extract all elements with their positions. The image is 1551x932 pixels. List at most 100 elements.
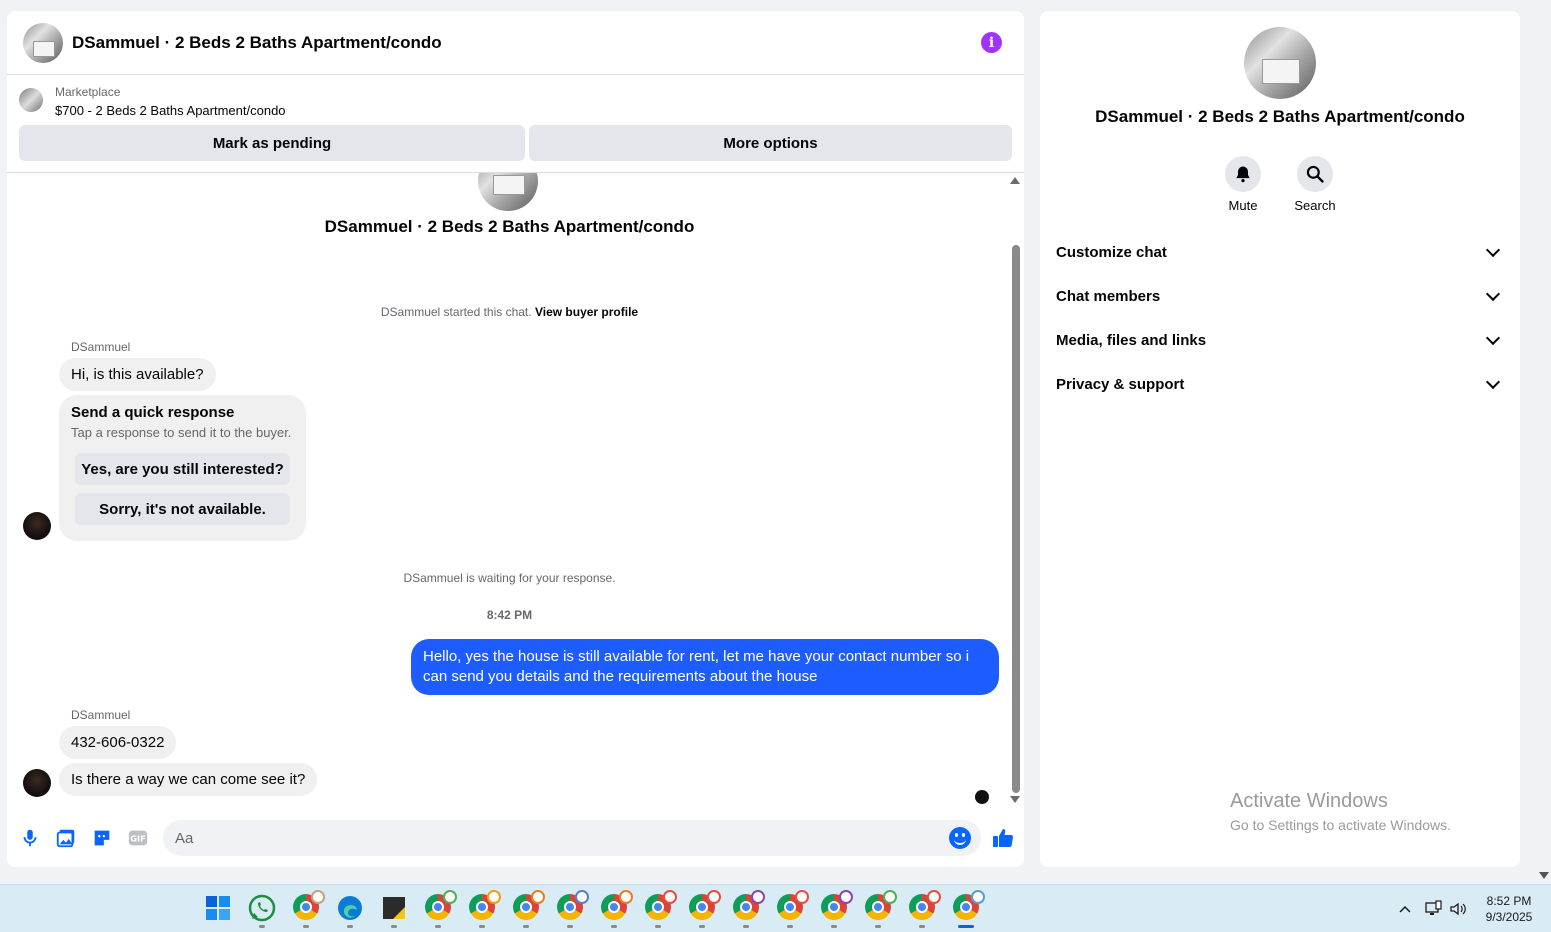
message-input-box <box>163 820 981 856</box>
chrome-profile-icon[interactable] <box>777 890 809 922</box>
watermark-title: Activate Windows <box>1230 790 1388 812</box>
outgoing-message[interactable]: Hello, yes the house is still available … <box>411 639 999 695</box>
profile-badge-icon <box>619 890 633 904</box>
profile-badge-icon <box>927 890 941 904</box>
section-label: Chat members <box>1056 287 1161 305</box>
network-icon[interactable] <box>1424 900 1442 918</box>
listing-avatar[interactable] <box>23 22 63 63</box>
chrome-profile-icon[interactable] <box>645 890 677 922</box>
waiting-notice: DSammuel is waiting for your response. <box>403 571 616 585</box>
clock-date: 9/3/2025 <box>1485 910 1533 924</box>
chrome-profile-icon[interactable] <box>909 890 941 922</box>
chevron-down-icon <box>1485 242 1501 258</box>
marketplace-label: Marketplace <box>55 85 121 99</box>
chrome-profile-icon[interactable] <box>293 890 325 922</box>
chat-panel: DSammuel · 2 Beds 2 Baths Apartment/cond… <box>7 11 1024 867</box>
page-scroll-down-arrow[interactable] <box>1539 872 1549 879</box>
scroll-down-arrow[interactable] <box>1010 796 1020 803</box>
taskbar-running-indicator <box>567 925 573 928</box>
listing-title[interactable]: $700 - 2 Beds 2 Baths Apartment/condo <box>55 103 286 118</box>
message-input[interactable] <box>163 820 923 856</box>
chrome-profile-icon[interactable] <box>601 890 633 922</box>
mark-pending-button[interactable]: Mark as pending <box>19 125 525 161</box>
chevron-up-icon[interactable] <box>1398 902 1412 916</box>
sender-name: DSammuel <box>71 340 131 354</box>
buyer-avatar[interactable] <box>23 769 51 797</box>
chevron-down-icon <box>1485 330 1501 346</box>
thumbs-up-icon[interactable] <box>991 826 1015 850</box>
emoji-icon[interactable] <box>949 827 971 849</box>
scroll-thumb[interactable] <box>1012 245 1020 793</box>
quick-response-yes-button[interactable]: Yes, are you still interested? <box>75 453 290 485</box>
side-avatar[interactable] <box>1244 27 1316 99</box>
view-buyer-profile-link[interactable]: View buyer profile <box>535 305 638 319</box>
incoming-message[interactable]: 432-606-0322 <box>59 726 177 759</box>
chrome-profile-icon-active[interactable] <box>953 890 985 922</box>
chrome-profile-icon[interactable] <box>469 890 501 922</box>
volume-icon[interactable] <box>1449 900 1467 918</box>
profile-badge-icon <box>839 890 853 904</box>
started-text: DSammuel started this chat. <box>380 305 532 319</box>
quick-response-title: Send a quick response <box>71 404 235 421</box>
taskbar-active-indicator <box>958 925 974 928</box>
clock-time: 8:52 PM <box>1486 894 1532 908</box>
seen-indicator <box>975 790 989 804</box>
edge-icon[interactable] <box>336 894 364 922</box>
whatsapp-icon[interactable] <box>248 894 276 922</box>
taskbar-running-indicator <box>347 925 353 928</box>
search-action[interactable]: Search <box>1285 156 1345 213</box>
media-files-links-section[interactable]: Media, files and links <box>1056 318 1504 362</box>
marketplace-bar: Marketplace $700 - 2 Beds 2 Baths Apartm… <box>7 75 1024 172</box>
quick-response-card: Send a quick response Tap a response to … <box>59 395 306 541</box>
incoming-message[interactable]: Is there a way we can come see it? <box>59 763 318 796</box>
profile-badge-icon <box>443 890 457 904</box>
taskbar-running-indicator <box>919 925 925 928</box>
chrome-profile-icon[interactable] <box>733 890 765 922</box>
taskbar-running-indicator <box>655 925 661 928</box>
chrome-profile-icon[interactable] <box>821 890 853 922</box>
chrome-profile-icon[interactable] <box>865 890 897 922</box>
microphone-icon[interactable] <box>19 827 41 849</box>
chrome-profile-icon[interactable] <box>689 890 721 922</box>
message-scrollbar[interactable] <box>1008 173 1024 811</box>
chrome-profile-icon[interactable] <box>425 890 457 922</box>
chrome-profile-icon[interactable] <box>557 890 589 922</box>
quick-response-no-button[interactable]: Sorry, it's not available. <box>75 493 290 525</box>
buyer-avatar[interactable] <box>23 512 51 540</box>
chat-started-notice: DSammuel started this chat. View buyer p… <box>7 305 1012 319</box>
sticky-notes-icon[interactable] <box>380 894 408 922</box>
gif-icon[interactable]: GIF <box>127 827 149 849</box>
incoming-message[interactable]: Hi, is this available? <box>59 358 216 391</box>
quick-response-subtitle: Tap a response to send it to the buyer. <box>71 425 292 440</box>
scroll-up-arrow[interactable] <box>1010 177 1020 184</box>
more-options-button[interactable]: More options <box>529 125 1012 161</box>
profile-badge-icon <box>795 890 809 904</box>
info-icon[interactable]: i <box>981 32 1002 53</box>
mute-label: Mute <box>1228 198 1258 213</box>
section-label: Customize chat <box>1056 243 1167 261</box>
windows-start-icon[interactable] <box>204 894 232 922</box>
photo-icon[interactable] <box>55 827 77 849</box>
profile-badge-icon <box>531 890 545 904</box>
mute-button[interactable] <box>1225 156 1261 192</box>
listing-thumbnail[interactable] <box>19 88 43 112</box>
customize-chat-section[interactable]: Customize chat <box>1056 230 1504 274</box>
privacy-support-section[interactable]: Privacy & support <box>1056 362 1504 406</box>
marketplace-actions: Mark as pending More options <box>19 125 1012 161</box>
chrome-profile-icon[interactable] <box>513 890 545 922</box>
chat-header: DSammuel · 2 Beds 2 Baths Apartment/cond… <box>7 11 1024 75</box>
chat-members-section[interactable]: Chat members <box>1056 274 1504 318</box>
mute-action[interactable]: Mute <box>1213 156 1273 213</box>
taskbar: 8:52 PM 9/3/2025 <box>0 884 1551 932</box>
chevron-down-icon <box>1485 286 1501 302</box>
taskbar-running-indicator <box>611 925 617 928</box>
taskbar-running-indicator <box>479 925 485 928</box>
activate-windows-watermark: Activate Windows Go to Settings to activ… <box>1230 790 1451 833</box>
profile-badge-icon <box>311 890 325 904</box>
chat-title[interactable]: DSammuel · 2 Beds 2 Baths Apartment/cond… <box>72 33 442 53</box>
sticker-icon[interactable] <box>91 827 113 849</box>
search-button[interactable] <box>1297 156 1333 192</box>
taskbar-running-indicator <box>743 925 749 928</box>
section-label: Privacy & support <box>1056 375 1185 393</box>
taskbar-clock[interactable]: 8:52 PM 9/3/2025 <box>1476 893 1542 925</box>
